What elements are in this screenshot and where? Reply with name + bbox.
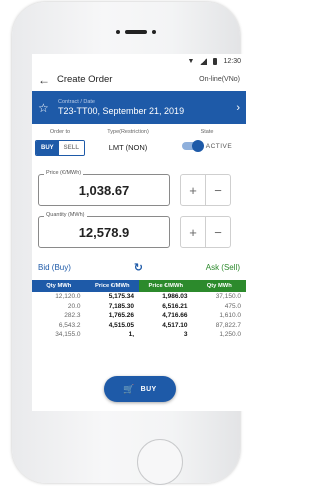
quantity-label: Quantity (MWh) <box>44 212 87 218</box>
back-arrow-icon[interactable]: ← <box>38 73 52 87</box>
bid-price-header: Price €/MWh <box>95 283 130 289</box>
ask-row[interactable]: 6,516.21 475.0 <box>139 302 246 312</box>
page-title: Create Order <box>57 74 113 85</box>
bid-ask-header: Bid (Buy) ↻ Ask (Sell) <box>32 260 246 274</box>
order-to-caption: Order to <box>49 129 71 135</box>
sell-toggle-button[interactable]: SELL <box>58 141 85 155</box>
cart-icon: 🛒 <box>123 383 135 394</box>
price-row: Price (€/MWh) 1,038.67 + − <box>32 170 246 206</box>
buy-fab-button[interactable]: 🛒 BUY <box>104 376 176 402</box>
status-bar: ▼ 12:30 <box>32 54 246 68</box>
bid-qty-header: Qty MWh <box>46 283 72 289</box>
price-field[interactable]: Price (€/MWh) 1,038.67 <box>38 170 170 206</box>
ask-table: Price €/MWh Qty MWh 1,986.03 37,150.0 6,5… <box>139 280 246 340</box>
app-screen: ▼ 12:30 ← Create Order On-line(VNo) ☆ Co… <box>32 54 246 411</box>
contract-selector[interactable]: ☆ Contract / Date T23-TT00, September 21… <box>32 91 246 124</box>
ask-price-header: Price €/MWh <box>148 283 183 289</box>
ask-table-header: Price €/MWh Qty MWh <box>139 280 246 292</box>
state-caption: State <box>200 129 214 135</box>
order-options: Order to BUY SELL Type(Restriction) LMT … <box>32 124 246 168</box>
contract-caption: Contract / Date <box>58 99 95 105</box>
chevron-right-icon[interactable]: › <box>236 102 240 114</box>
buy-fab-label: BUY <box>140 385 157 393</box>
connection-mode: On-line(VNo) <box>199 76 240 83</box>
price-stepper: + − <box>180 174 231 206</box>
price-plus-button[interactable]: + <box>181 175 205 205</box>
battery-icon <box>213 57 218 65</box>
order-book: Qty MWh Price €/MWh 12,120.0 5,175.34 20.… <box>32 280 246 340</box>
buy-sell-toggle: BUY SELL <box>35 140 86 156</box>
ask-row[interactable]: 1,986.03 37,150.0 <box>139 292 246 302</box>
home-button[interactable] <box>137 439 183 485</box>
quantity-minus-button[interactable]: − <box>206 217 230 247</box>
bid-row[interactable]: 282.3 1,765.26 <box>32 311 139 321</box>
ask-row[interactable]: 4,517.10 87,822.7 <box>139 321 246 331</box>
state-label: ACTIVE <box>205 142 233 150</box>
price-value: 1,038.67 <box>78 182 130 198</box>
signal-icon <box>200 57 208 65</box>
restriction-caption: Type(Restriction) <box>107 129 149 135</box>
star-icon[interactable]: ☆ <box>38 101 54 115</box>
status-time: 12:30 <box>223 57 241 65</box>
bid-row[interactable]: 20.0 7,185.30 <box>32 302 139 312</box>
bid-table: Qty MWh Price €/MWh 12,120.0 5,175.34 20.… <box>32 280 139 340</box>
quantity-field[interactable]: Quantity (MWh) 12,578.9 <box>38 212 170 248</box>
quantity-stepper: + − <box>180 216 231 248</box>
app-bar: ← Create Order On-line(VNo) <box>32 68 246 91</box>
refresh-icon[interactable]: ↻ <box>134 261 143 274</box>
earpiece <box>116 30 156 34</box>
bid-row[interactable]: 12,120.0 5,175.34 <box>32 292 139 302</box>
wifi-icon: ▼ <box>187 57 195 65</box>
bid-row[interactable]: 34,155.0 1, <box>32 330 139 340</box>
state-switch[interactable] <box>181 140 204 152</box>
ask-title: Ask (Sell) <box>205 262 240 272</box>
price-minus-button[interactable]: − <box>206 175 230 205</box>
buy-toggle-button[interactable]: BUY <box>36 141 59 155</box>
price-label: Price (€/MWh) <box>44 170 84 176</box>
bid-table-header: Qty MWh Price €/MWh <box>32 280 139 292</box>
restriction-select[interactable]: LMT (NON) <box>109 140 148 152</box>
ask-qty-header: Qty MWh <box>206 283 232 289</box>
bid-title: Bid (Buy) <box>38 262 71 272</box>
ask-row[interactable]: 3 1,250.0 <box>139 330 246 340</box>
quantity-row: Quantity (MWh) 12,578.9 + − <box>32 212 246 248</box>
quantity-plus-button[interactable]: + <box>181 217 205 247</box>
contract-value: T23-TT00, September 21, 2019 <box>58 106 185 116</box>
quantity-value: 12,578.9 <box>78 224 130 240</box>
bid-row[interactable]: 6,543.2 4,515.05 <box>32 321 139 331</box>
ask-row[interactable]: 4,716.66 1,610.0 <box>139 311 246 321</box>
